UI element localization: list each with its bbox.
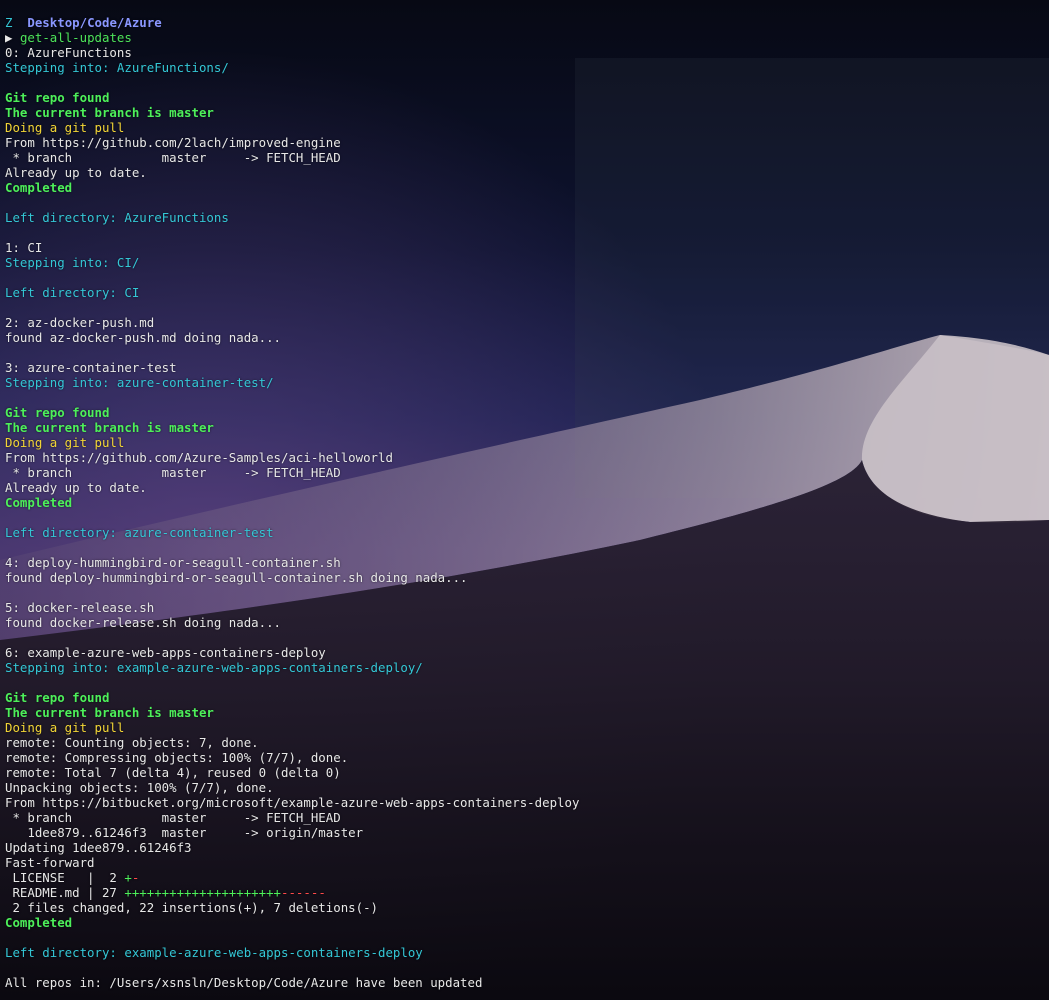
output-line: Completed bbox=[5, 915, 73, 930]
terminal-output: Z Desktop/Code/Azure ▶ get-all-updates 0… bbox=[0, 0, 1049, 990]
output-line: Left directory: example-azure-web-apps-c… bbox=[5, 945, 423, 960]
output-line: 1dee879..61246f3 master -> origin/master bbox=[5, 825, 364, 840]
output-line: Completed bbox=[5, 180, 73, 195]
output-line: 4: deploy-hummingbird-or-seagull-contain… bbox=[5, 555, 341, 570]
output-line: remote: Total 7 (delta 4), reused 0 (del… bbox=[5, 765, 341, 780]
output-line: Git repo found bbox=[5, 690, 110, 705]
diffstat-line: LICENSE | 2 +- bbox=[5, 870, 1049, 885]
output-line: Stepping into: CI/ bbox=[5, 255, 140, 270]
output-line: found docker-release.sh doing nada... bbox=[5, 615, 282, 630]
output-line: Updating 1dee879..61246f3 bbox=[5, 840, 192, 855]
output-line: The current branch is master bbox=[5, 105, 214, 120]
output-line: From https://bitbucket.org/microsoft/exa… bbox=[5, 795, 580, 810]
output-line: remote: Compressing objects: 100% (7/7),… bbox=[5, 750, 349, 765]
diffstat-file: README.md | 27 bbox=[5, 885, 125, 900]
output-line: The current branch is master bbox=[5, 705, 214, 720]
diffstat-additions: + bbox=[124, 870, 132, 885]
output-line: Left directory: CI bbox=[5, 285, 140, 300]
output-line: Stepping into: azure-container-test/ bbox=[5, 375, 274, 390]
output-line: 6: example-azure-web-apps-containers-dep… bbox=[5, 645, 326, 660]
output-line: 1: CI bbox=[5, 240, 43, 255]
prompt-arrow-icon: ▶ bbox=[5, 30, 13, 45]
output-line: From https://github.com/2lach/improved-e… bbox=[5, 135, 341, 150]
summary-lines: 2 files changed, 22 insertions(+), 7 del… bbox=[5, 900, 1049, 990]
diffstat-deletions: - bbox=[131, 870, 140, 885]
output-line: 5: docker-release.sh bbox=[5, 600, 155, 615]
output-line: Completed bbox=[5, 495, 73, 510]
output-lines: 0: AzureFunctions Stepping into: AzureFun… bbox=[5, 45, 1049, 870]
output-line: found az-docker-push.md doing nada... bbox=[5, 330, 282, 345]
prompt-marker: Z bbox=[5, 15, 13, 30]
output-line: All repos in: /Users/xsnsln/Desktop/Code… bbox=[5, 975, 483, 990]
output-line: Stepping into: AzureFunctions/ bbox=[5, 60, 229, 75]
output-line: Git repo found bbox=[5, 405, 110, 420]
output-line: * branch master -> FETCH_HEAD bbox=[5, 150, 341, 165]
output-line: 0: AzureFunctions bbox=[5, 45, 132, 60]
output-line: remote: Counting objects: 7, done. bbox=[5, 735, 259, 750]
diffstat-file: LICENSE | 2 bbox=[5, 870, 125, 885]
output-line: found deploy-hummingbird-or-seagull-cont… bbox=[5, 570, 468, 585]
output-line: Doing a git pull bbox=[5, 120, 125, 135]
terminal-window[interactable]: Z Desktop/Code/Azure ▶ get-all-updates 0… bbox=[0, 0, 1049, 1000]
prompt-line: Z Desktop/Code/Azure bbox=[5, 15, 1049, 30]
output-line: Git repo found bbox=[5, 90, 110, 105]
output-line: Left directory: AzureFunctions bbox=[5, 210, 229, 225]
diffstat-line: README.md | 27 +++++++++++++++++++++----… bbox=[5, 885, 1049, 900]
output-line: The current branch is master bbox=[5, 420, 214, 435]
output-line: Already up to date. bbox=[5, 480, 147, 495]
output-line: Fast-forward bbox=[5, 855, 95, 870]
output-line: Stepping into: example-azure-web-apps-co… bbox=[5, 660, 423, 675]
output-line: Doing a git pull bbox=[5, 435, 125, 450]
diffstat: LICENSE | 2 +- README.md | 27 ++++++++++… bbox=[5, 870, 1049, 900]
command-line: ▶ get-all-updates bbox=[5, 30, 1049, 45]
output-line: Unpacking objects: 100% (7/7), done. bbox=[5, 780, 274, 795]
diffstat-additions: +++++++++++++++++++++ bbox=[124, 885, 282, 900]
output-line: * branch master -> FETCH_HEAD bbox=[5, 465, 341, 480]
output-line: 3: azure-container-test bbox=[5, 360, 177, 375]
output-line: Already up to date. bbox=[5, 165, 147, 180]
output-line: From https://github.com/Azure-Samples/ac… bbox=[5, 450, 393, 465]
output-line: * branch master -> FETCH_HEAD bbox=[5, 810, 341, 825]
output-line: Doing a git pull bbox=[5, 720, 125, 735]
diffstat-deletions: ------ bbox=[281, 885, 326, 900]
output-line: 2 files changed, 22 insertions(+), 7 del… bbox=[5, 900, 378, 915]
prompt-path: Desktop/Code/Azure bbox=[27, 15, 162, 30]
output-line: 2: az-docker-push.md bbox=[5, 315, 155, 330]
command-text: get-all-updates bbox=[19, 30, 132, 45]
output-line: Left directory: azure-container-test bbox=[5, 525, 274, 540]
